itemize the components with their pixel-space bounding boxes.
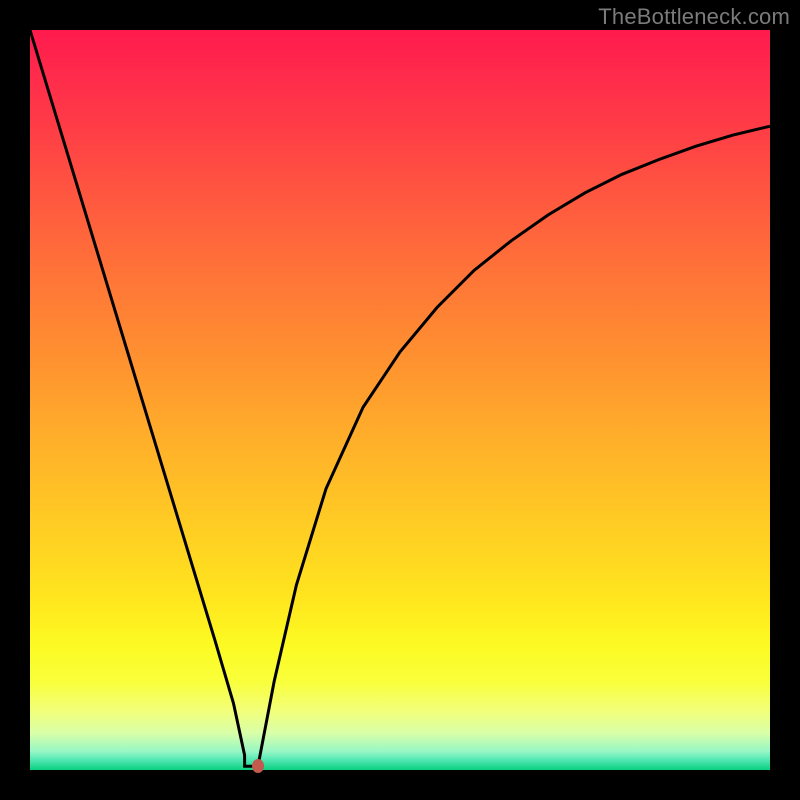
- curve-svg: [30, 30, 770, 770]
- plot-area: [30, 30, 770, 770]
- optimal-point-marker: [252, 759, 264, 773]
- watermark-text: TheBottleneck.com: [598, 4, 790, 30]
- bottleneck-curve: [30, 30, 770, 766]
- chart-frame: TheBottleneck.com: [0, 0, 800, 800]
